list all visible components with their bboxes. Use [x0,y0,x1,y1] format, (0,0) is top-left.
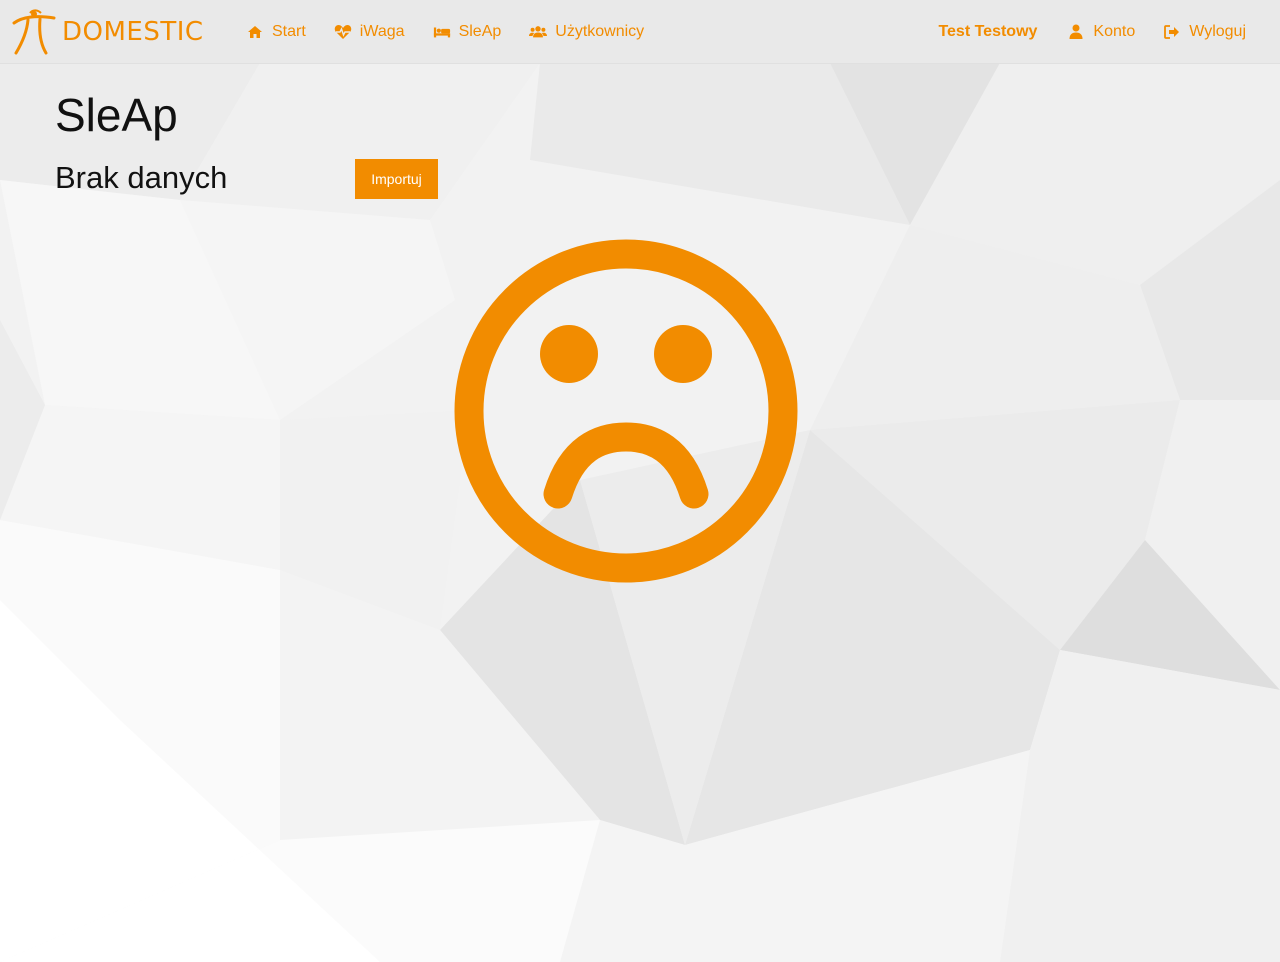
user-icon [1067,24,1085,40]
nav-user: Test Testowy Konto Wyloguj [922,0,1260,63]
current-user-name: Test Testowy [938,22,1038,40]
nav-item-sleap[interactable]: SleAp [419,0,516,63]
bed-icon [433,24,451,40]
nav-item-label: Użytkownicy [555,22,645,40]
nav-item-start[interactable]: Start [232,0,320,63]
heartbeat-icon [334,24,352,40]
top-navbar: DOMESTIC Start iWaga SleAp Użytkownicy T… [0,0,1280,64]
users-icon [529,24,548,40]
page-title: SleAp [55,89,178,141]
home-icon [246,24,264,40]
nav-item-label: SleAp [458,22,502,40]
nav-item-label: iWaga [359,22,405,40]
domestic-logo-icon [12,9,56,55]
brand-link[interactable]: DOMESTIC [8,8,204,56]
nav-item-label: Wyloguj [1189,22,1246,40]
sign-out-icon [1163,24,1181,40]
no-data-message: Brak danych [55,160,228,195]
nav-item-wyloguj[interactable]: Wyloguj [1149,0,1260,63]
nav-item-uzytkownicy[interactable]: Użytkownicy [515,0,658,63]
import-button[interactable]: Importuj [355,159,438,199]
nav-item-label: Konto [1093,22,1136,40]
nav-item-iwaga[interactable]: iWaga [320,0,419,63]
nav-item-label: Start [272,22,306,40]
nav-item-konto[interactable]: Konto [1053,0,1149,63]
brand-name: DOMESTIC [62,17,204,47]
sad-face-icon [454,239,798,583]
nav-main: Start iWaga SleAp Użytkownicy [232,0,658,63]
